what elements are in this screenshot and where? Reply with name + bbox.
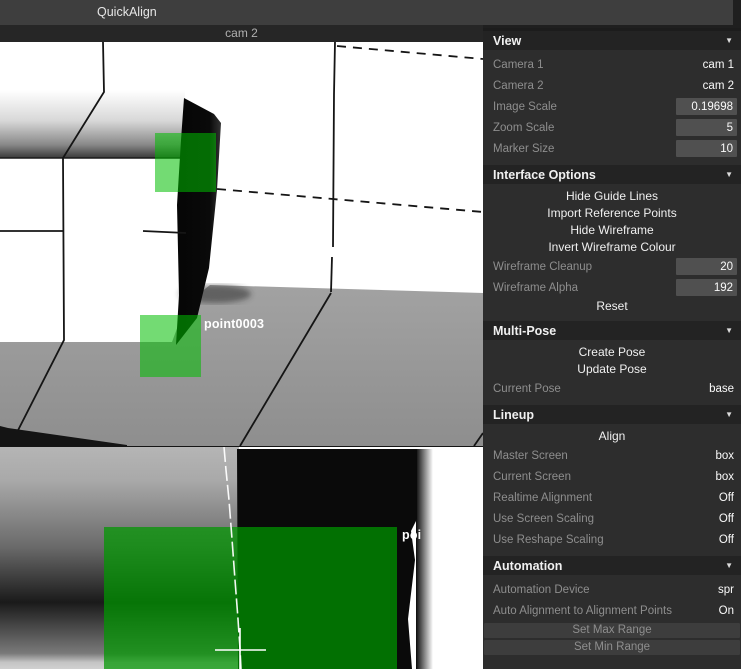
row-value-current-pose[interactable]: base [709,383,737,395]
button-set-max-range[interactable]: Set Max Range [484,623,740,638]
row-label: Realtime Alignment [493,491,593,504]
button-invert-wireframe-colour[interactable]: Invert Wireframe Colour [483,239,741,256]
row-value-realtime-alignment[interactable]: Off [719,492,737,504]
row-label: Use Screen Scaling [493,512,594,525]
button-hide-guide-lines[interactable]: Hide Guide Lines [483,188,741,205]
viewport-top-scene[interactable] [0,42,483,446]
section-title: Interface Options [493,167,596,182]
row-value-auto-alignment-to-alignment-points[interactable]: On [719,605,737,617]
panel-row-auto-alignment-to-alignment-points: Auto Alignment to Alignment Points On [483,600,741,621]
section-header-automation[interactable]: Automation ▼ [483,556,741,575]
row-label: Camera 2 [493,79,544,92]
panel-row-image-scale: Image Scale [483,96,741,117]
panel-row-wireframe-cleanup: Wireframe Cleanup [483,256,741,277]
button-create-pose[interactable]: Create Pose [483,344,741,361]
section-title: Lineup [493,407,534,422]
row-value-current-screen[interactable]: box [715,471,737,483]
row-label: Auto Alignment to Alignment Points [493,604,672,617]
section-header-view[interactable]: View ▼ [483,31,741,50]
button-update-pose[interactable]: Update Pose [483,361,741,378]
collapse-triangle-icon[interactable]: ▼ [725,410,733,419]
camera-label-bar: cam 2 [0,25,483,42]
quickalign-window: QuickAlign cam 2 point0003 poi View ▼ Ca… [0,0,741,669]
section-header-interface-options[interactable]: Interface Options ▼ [483,165,741,184]
value-input-zoom-scale[interactable] [676,119,737,136]
row-label: Current Pose [493,382,561,395]
panel-row-marker-size: Marker Size [483,138,741,159]
section-header-lineup[interactable]: Lineup ▼ [483,405,741,424]
row-label: Camera 1 [493,58,544,71]
row-label: Use Reshape Scaling [493,533,604,546]
panel-row-wireframe-alpha: Wireframe Alpha [483,277,741,298]
button-set-min-range[interactable]: Set Min Range [484,640,740,655]
row-label: Image Scale [493,100,557,113]
row-value-master-screen[interactable]: box [715,450,737,462]
row-value-camera-2[interactable]: cam 2 [703,80,737,92]
row-label: Automation Device [493,583,590,596]
section-body-view: Camera 1 cam 1 Camera 2 cam 2 Image Scale Zoo… [483,50,741,159]
row-label: Current Screen [493,470,571,483]
section-header-multi-pose[interactable]: Multi-Pose ▼ [483,321,741,340]
collapse-triangle-icon[interactable]: ▼ [725,170,733,179]
section-view: View ▼ Camera 1 cam 1 Camera 2 cam 2 Image Sca… [483,31,741,159]
row-value-automation-device[interactable]: spr [718,584,737,596]
section-body-multi-pose: Create Pose Update Pose Current Pose base [483,340,741,399]
value-input-wireframe-alpha[interactable] [676,279,737,296]
row-label: Wireframe Cleanup [493,260,593,273]
alignment-marker-upper[interactable] [155,133,216,192]
section-automation: Automation ▼ Automation Device spr Auto Alig… [483,556,741,655]
panel-row-automation-device: Automation Device spr [483,579,741,600]
row-value-camera-1[interactable]: cam 1 [703,59,737,71]
section-body-lineup: Align Master Screen box Current Screen box Re… [483,424,741,550]
collapse-triangle-icon[interactable]: ▼ [725,561,733,570]
row-label: Wireframe Alpha [493,281,579,294]
button-reset[interactable]: Reset [483,298,741,315]
title-bar[interactable]: QuickAlign [0,0,733,25]
button-align[interactable]: Align [483,428,741,445]
collapse-triangle-icon[interactable]: ▼ [725,326,733,335]
panel-row-zoom-scale: Zoom Scale [483,117,741,138]
panel-row-camera-1: Camera 1 cam 1 [483,54,741,75]
button-hide-wireframe[interactable]: Hide Wireframe [483,222,741,239]
row-value-use-reshape-scaling[interactable]: Off [719,534,737,546]
viewport-bottom-scene[interactable] [0,447,483,669]
button-import-reference-points[interactable]: Import Reference Points [483,205,741,222]
panel-row-realtime-alignment: Realtime Alignment Off [483,487,741,508]
panel-row-use-reshape-scaling: Use Reshape Scaling Off [483,529,741,550]
section-title: Multi-Pose [493,323,557,338]
value-input-image-scale[interactable] [676,98,737,115]
value-input-marker-size[interactable] [676,140,737,157]
settings-panel: View ▼ Camera 1 cam 1 Camera 2 cam 2 Image Sca… [483,28,741,669]
section-body-interface-options: Hide Guide Lines Import Reference Points H… [483,184,741,315]
row-label: Master Screen [493,449,568,462]
panel-row-current-pose: Current Pose base [483,378,741,399]
section-lineup: Lineup ▼ Align Master Screen box Current Scre… [483,405,741,550]
fin-edge-blur [416,449,433,669]
panel-row-camera-2: Camera 2 cam 2 [483,75,741,96]
panel-row-use-screen-scaling: Use Screen Scaling Off [483,508,741,529]
section-title: Automation [493,558,563,573]
window-title: QuickAlign [97,5,157,19]
point-label-partial: poi [402,528,422,542]
alignment-marker-point0003[interactable] [140,315,201,377]
row-value-use-screen-scaling[interactable]: Off [719,513,737,525]
section-title: View [493,33,522,48]
panel-row-current-screen: Current Screen box [483,466,741,487]
section-multi-pose: Multi-Pose ▼ Create Pose Update Pose Current… [483,321,741,399]
panel-row-master-screen: Master Screen box [483,445,741,466]
row-label: Marker Size [493,142,555,155]
row-label: Zoom Scale [493,121,555,134]
section-body-automation: Automation Device spr Auto Alignment to Al… [483,575,741,655]
alignment-marker-zoom[interactable] [104,527,397,669]
point-label-point0003: point0003 [204,317,265,331]
section-interface-options: Interface Options ▼ Hide Guide Lines Import… [483,165,741,315]
value-input-wireframe-cleanup[interactable] [676,258,737,275]
active-camera-label: cam 2 [225,26,258,40]
collapse-triangle-icon[interactable]: ▼ [725,36,733,45]
